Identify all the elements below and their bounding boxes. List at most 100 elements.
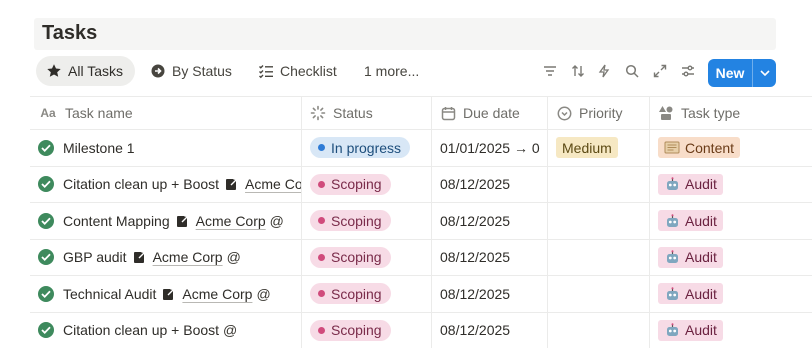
column-header-priority[interactable]: Priority (548, 97, 650, 129)
tab-checklist[interactable]: Checklist (258, 56, 337, 86)
task-name-cell[interactable]: Citation clean up + Boost @ (30, 312, 302, 348)
calendar-icon (440, 105, 456, 121)
priority-cell[interactable] (548, 203, 650, 239)
table-row[interactable]: Citation clean up + Boost Acme Co Scopin… (30, 166, 812, 203)
column-header-status[interactable]: Status (302, 97, 432, 129)
robot-icon (664, 213, 680, 228)
task-type-label: Audit (685, 249, 717, 266)
status-dot (318, 180, 325, 188)
task-type-cell[interactable]: Audit (650, 203, 812, 239)
column-header-due-date[interactable]: Due date (432, 97, 548, 129)
done-check-icon (38, 322, 54, 339)
due-date-cell[interactable]: 08/12/2025 (432, 203, 548, 239)
task-type-label: Audit (685, 322, 717, 339)
column-header-task-type[interactable]: Task type (650, 97, 812, 129)
status-badge: Scoping (310, 246, 391, 268)
table-row[interactable]: Content Mapping Acme Corp @ Scoping 08/1… (30, 203, 812, 240)
status-cell[interactable]: In progress (302, 130, 432, 166)
task-type-cell[interactable]: Audit (650, 276, 812, 312)
search-icon[interactable] (624, 63, 640, 79)
priority-badge: Medium (556, 137, 618, 159)
company-mention-link[interactable]: Acme Corp (182, 286, 252, 302)
status-cell[interactable]: Scoping (302, 166, 432, 202)
priority-icon (556, 105, 572, 121)
table-row[interactable]: Milestone 1 In progress 01/01/2025 → 0 M… (30, 130, 812, 167)
tab-label: All Tasks (68, 63, 123, 79)
company-mention-link[interactable]: Acme Co (245, 176, 301, 192)
status-cell[interactable]: Scoping (302, 239, 432, 275)
expand-icon[interactable] (652, 63, 668, 79)
column-header-task-name[interactable]: Aa Task name (30, 97, 302, 129)
status-badge: Scoping (310, 173, 391, 195)
checklist-icon (258, 63, 274, 79)
priority-cell[interactable] (548, 166, 650, 202)
task-type-cell[interactable]: Audit (650, 167, 812, 203)
task-type-cell[interactable]: Audit (650, 313, 812, 348)
done-check-icon (38, 176, 54, 193)
due-date-cell[interactable]: 01/01/2025 → 0 (432, 130, 548, 166)
more-views-button[interactable]: 1 more... (364, 56, 419, 86)
page-title[interactable]: Tasks (42, 22, 97, 45)
shapes-icon (658, 105, 674, 121)
page-link-icon (176, 214, 190, 228)
status-dot (318, 144, 325, 152)
task-name[interactable]: Milestone 1 (63, 140, 135, 156)
mention-at-sign: @ (269, 212, 284, 229)
table-row[interactable]: Technical Audit Acme Corp @ Scoping 08/1… (30, 276, 812, 313)
status-cell[interactable]: Scoping (302, 276, 432, 312)
task-name-cell[interactable]: Technical Audit Acme Corp @ (30, 276, 302, 312)
status-cell[interactable]: Scoping (302, 203, 432, 239)
settings-icon[interactable] (680, 63, 696, 79)
task-name-cell[interactable]: Citation clean up + Boost Acme Co (30, 166, 302, 202)
task-name-cell[interactable]: Content Mapping Acme Corp @ (30, 203, 302, 239)
company-mention-link[interactable]: Acme Corp (153, 249, 223, 265)
task-name[interactable]: GBP audit (63, 249, 127, 265)
status-cell[interactable]: Scoping (302, 312, 432, 348)
chevron-down-icon[interactable] (753, 70, 776, 76)
task-name[interactable]: Citation clean up + Boost (63, 322, 219, 338)
company-mention-link[interactable]: Acme Corp (196, 213, 266, 229)
task-name-cell[interactable]: Milestone 1 (30, 130, 302, 166)
robot-icon (664, 250, 680, 264)
done-check-icon (38, 139, 54, 156)
mention-at-sign: @ (256, 285, 271, 302)
filter-icon[interactable] (542, 63, 558, 79)
done-check-icon (38, 285, 54, 302)
priority-cell[interactable] (548, 239, 650, 275)
task-type-cell[interactable]: Audit (650, 240, 812, 276)
table-row[interactable]: Citation clean up + Boost @ Scoping 08/1… (30, 312, 812, 348)
task-name[interactable]: Technical Audit (63, 286, 156, 302)
task-type-cell[interactable]: Content (650, 130, 812, 166)
column-label: Task type (681, 105, 741, 121)
tab-by-status[interactable]: By Status (150, 56, 232, 86)
status-dot (318, 217, 325, 225)
tasks-table: Aa Task name Status Due date Priority Ta… (30, 96, 812, 348)
due-date-cell[interactable]: 08/12/2025 (432, 166, 548, 202)
priority-cell[interactable] (548, 312, 650, 348)
due-date-cell[interactable]: 08/12/2025 (432, 239, 548, 275)
table-row[interactable]: GBP audit Acme Corp @ Scoping 08/12/2025… (30, 239, 812, 276)
task-name-cell[interactable]: GBP audit Acme Corp @ (30, 239, 302, 275)
task-name[interactable]: Citation clean up + Boost (63, 176, 219, 192)
task-name[interactable]: Content Mapping (63, 213, 170, 229)
tab-label: Checklist (280, 63, 337, 79)
tab-all-tasks[interactable]: All Tasks (36, 56, 135, 86)
column-label: Due date (463, 105, 520, 121)
new-button[interactable]: New (708, 59, 776, 87)
task-type-badge: Audit (658, 246, 723, 268)
priority-cell[interactable] (548, 276, 650, 312)
table-header: Aa Task name Status Due date Priority Ta… (30, 96, 812, 130)
task-type-label: Audit (685, 212, 717, 229)
automation-icon[interactable] (596, 63, 612, 79)
sort-icon[interactable] (570, 63, 586, 79)
status-dot (318, 326, 325, 334)
task-type-label: Audit (685, 176, 717, 193)
status-label: Scoping (331, 322, 382, 339)
robot-icon (664, 286, 680, 301)
priority-cell[interactable]: Medium (548, 130, 650, 166)
due-date-cell[interactable]: 08/12/2025 (432, 312, 548, 348)
robot-icon (664, 323, 680, 337)
mention-at-sign: @ (226, 249, 241, 266)
due-date-cell[interactable]: 08/12/2025 (432, 276, 548, 312)
task-type-badge: Audit (658, 283, 723, 305)
